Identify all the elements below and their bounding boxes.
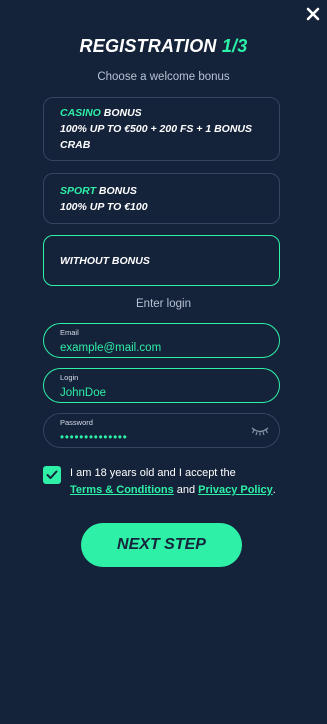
eye-closed-icon[interactable]	[251, 425, 269, 437]
password-input[interactable]	[60, 430, 240, 446]
bonus-option-accent: CASINO	[60, 107, 101, 119]
bonus-option-title: WITHOUT BONUS	[60, 253, 263, 269]
privacy-link[interactable]: Privacy Policy	[198, 484, 273, 496]
close-icon[interactable]	[305, 6, 321, 22]
title-text: REGISTRATION	[79, 36, 217, 56]
login-label: Login	[60, 373, 79, 382]
consent-and: and	[173, 484, 199, 496]
bonus-option-sport[interactable]: SPORT BONUS 100% UP TO €100	[43, 173, 280, 224]
login-input[interactable]	[60, 385, 240, 401]
login-field[interactable]: Login	[43, 368, 280, 403]
bonus-option-title: SPORT BONUS	[60, 183, 263, 199]
bonus-prompt: Choose a welcome bonus	[97, 71, 230, 83]
step-indicator: 1/3	[221, 36, 248, 56]
bonus-option-name: BONUS	[95, 184, 137, 197]
login-prompt: Enter login	[136, 298, 191, 310]
password-field[interactable]: Password	[43, 413, 280, 448]
check-icon	[46, 470, 58, 479]
bonus-option-detail: 100% UP TO €500 + 200 FS + 1 BONUS CRAB	[60, 123, 253, 151]
bonus-option-title: CASINO BONUS	[60, 105, 263, 121]
bonus-option-accent: SPORT	[60, 184, 96, 197]
bonus-option-casino[interactable]: CASINO BONUS 100% UP TO €500 + 200 FS + …	[43, 97, 280, 161]
age-consent-checkbox[interactable]	[43, 466, 61, 484]
bonus-option-name: WITHOUT BONUS	[60, 254, 150, 267]
consent-statement: I am 18 years old and I accept the	[70, 467, 236, 479]
consent-end: .	[272, 484, 276, 496]
bonus-option-detail: 100% UP TO €100	[60, 200, 148, 213]
page-title: REGISTRATION 1/3	[0, 36, 327, 57]
bonus-option-name: BONUS	[100, 107, 142, 119]
email-field[interactable]: Email	[43, 323, 280, 358]
bonus-option-none[interactable]: WITHOUT BONUS	[43, 235, 280, 286]
terms-link[interactable]: Terms & Conditions	[70, 484, 174, 496]
email-label: Email	[60, 328, 79, 337]
consent-text: I am 18 years old and I accept the Terms…	[70, 465, 290, 499]
next-step-button[interactable]: NEXT STEP	[81, 523, 242, 567]
password-label: Password	[60, 418, 93, 427]
email-input[interactable]	[60, 340, 240, 356]
